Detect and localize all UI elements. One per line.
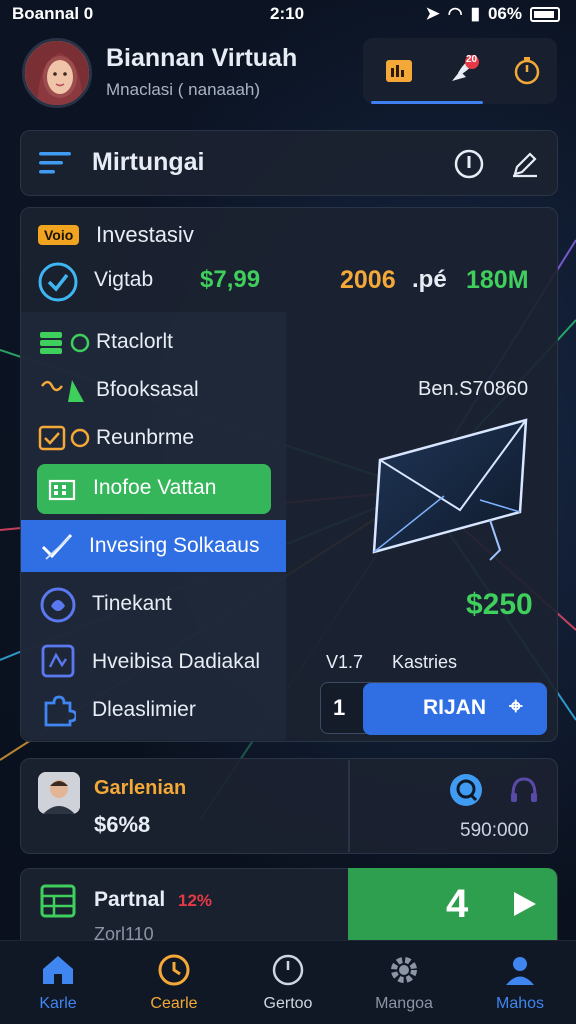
menu-item-label: Reunbrme [96, 426, 195, 449]
document-icon [38, 642, 78, 680]
layers-icon [38, 328, 92, 356]
status-bar: Boannal 0 2:10 ➤ ◠ ▮ 06% [0, 0, 576, 30]
location-icon: ➤ [425, 4, 440, 23]
checklist-icon [38, 424, 92, 452]
home-icon [8, 951, 108, 989]
tab-karle[interactable]: Karle [8, 951, 108, 1021]
info-icon [454, 149, 484, 179]
profile-avatar [38, 772, 80, 814]
wallet-icon [386, 60, 412, 82]
partial-green-panel[interactable]: 4 [348, 868, 557, 940]
profile-right-value: 590:000 [460, 820, 529, 841]
menu-item-label: Dleaslimier [92, 698, 196, 721]
tab-label: Karle [39, 995, 77, 1012]
partial-name: Partnal [94, 888, 166, 911]
stopwatch-icon [514, 57, 540, 85]
profile-value: $6%8 [94, 812, 151, 837]
info-button[interactable] [450, 145, 488, 183]
hamburger-icon [39, 152, 71, 174]
partial-percent: 12% [178, 891, 213, 910]
building-icon [47, 476, 77, 502]
spreadsheet-icon [38, 882, 78, 920]
right-amount: $250 [466, 588, 533, 621]
clock: 2:10 [270, 4, 305, 23]
wallet-button[interactable] [379, 50, 419, 90]
gear-icon [354, 951, 454, 989]
user-icon [470, 951, 570, 989]
menu-item-label: Hveibisa Dadiakal [92, 650, 261, 673]
gauge-icon [238, 951, 338, 989]
summary-unit: .pé [412, 266, 447, 293]
tab-mahos[interactable]: Mahos [470, 951, 570, 1021]
stat-right: Kastries [392, 652, 458, 672]
active-item-label: Invesing Solkaaus [89, 534, 260, 557]
tab-label: Mahos [495, 995, 545, 1012]
clock-icon [124, 951, 224, 989]
rijan-button[interactable]: RIJAN ⌖ [363, 683, 547, 735]
search-icon [450, 774, 482, 806]
summary-year: 2006 [340, 266, 396, 294]
menu-item-label: Tinekant [92, 592, 172, 615]
tab-label: Mangoa [375, 995, 433, 1012]
notifications-button[interactable]: 20 [443, 50, 483, 90]
user-subtitle: Mnaclasi ( nanaaah) [106, 80, 261, 99]
summary-amount: 180M [466, 266, 529, 294]
action-pill[interactable]: 1 RIJAN ⌖ [320, 682, 547, 735]
menu-button[interactable] [36, 146, 76, 180]
headset-button[interactable] [506, 772, 542, 808]
battery-icon [530, 6, 560, 22]
bottom-nav: Karle Cearle Gertoo Mangoa Mahos [0, 940, 576, 1024]
edit-button[interactable] [506, 145, 544, 183]
battery-percent: 06% [487, 4, 522, 23]
right-label: Ben.S70860 [418, 378, 529, 400]
partial-big-number: 4 [446, 882, 469, 926]
page-title: Mirtungai [92, 148, 205, 176]
toolbar-active-indicator [371, 101, 483, 104]
investments-title: Investasiv [96, 222, 194, 247]
wifi-icon: ◠ [447, 4, 463, 23]
edit-icon [513, 152, 537, 178]
user-name: Biannan Virtuah [106, 44, 298, 72]
tab-label: Gertoo [263, 995, 313, 1012]
search-button[interactable] [446, 770, 486, 810]
profile-name: Garlenian [94, 777, 187, 799]
menu-item-active[interactable]: Invesing Solkaaus [21, 520, 286, 572]
metric-value: $7,99 [200, 266, 261, 293]
tab-mangoa[interactable]: Mangoa [354, 951, 454, 1021]
hologram-envelope-graphic [340, 400, 560, 590]
menu-item-label: Bfooksasal [96, 378, 199, 401]
carrier-label: Boannal 0 [12, 4, 94, 23]
checkmark-pen-icon [39, 530, 75, 562]
verified-icon [36, 260, 80, 304]
investments-badge: Voio [38, 225, 80, 245]
notification-count: 20 [466, 54, 478, 65]
tab-label: Cearle [150, 995, 198, 1012]
profile-divider [348, 760, 350, 852]
timer-button[interactable] [507, 50, 547, 90]
target-icon: ⌖ [509, 693, 523, 720]
avatar[interactable] [22, 38, 92, 108]
tab-gertoo[interactable]: Gertoo [238, 951, 338, 1021]
action-number: 1 [333, 695, 346, 720]
primary-action-label: Inofoe Vattan [93, 476, 217, 499]
shield-icon [38, 586, 78, 624]
bookmark-icon [38, 376, 92, 404]
rijan-label: RIJAN [423, 696, 487, 719]
metric-label: Vigtab [94, 268, 154, 291]
stat-left: V1.7 [326, 652, 364, 672]
headset-icon [511, 777, 537, 802]
tab-cearle[interactable]: Cearle [124, 951, 224, 1021]
play-icon [514, 892, 536, 916]
signal-icon: ▮ [470, 4, 480, 23]
status-icons: ➤ ◠ ▮ 06% [426, 4, 560, 24]
puzzle-icon [38, 692, 78, 730]
primary-action-button[interactable]: Inofoe Vattan [37, 464, 271, 514]
header-toolbar: 20 [363, 38, 557, 104]
menu-item-label: Rtaclorlt [96, 330, 174, 353]
